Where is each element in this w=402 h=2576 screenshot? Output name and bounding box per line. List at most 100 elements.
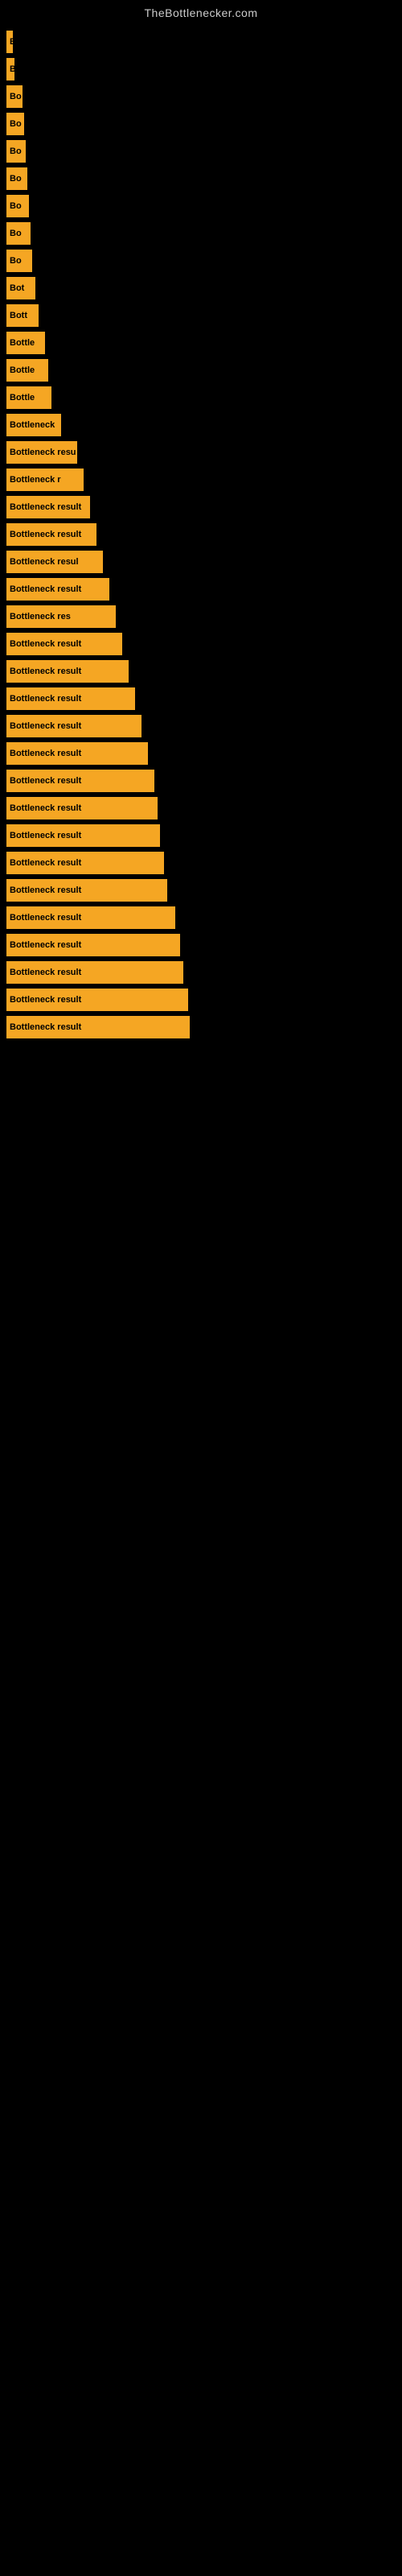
site-title-container: TheBottlenecker.com (0, 0, 402, 23)
bar-label: B (10, 37, 13, 47)
bar-row: Bot (6, 277, 402, 299)
bar-item: Bottleneck result (6, 578, 109, 601)
bar-label: Bottleneck result (10, 968, 81, 977)
bar-item: Bottleneck result (6, 906, 175, 929)
bar-item: Bottleneck result (6, 934, 180, 956)
bar-row: Bottleneck result (6, 578, 402, 601)
bar-row: Bo (6, 85, 402, 108)
bar-row: Bottleneck result (6, 1016, 402, 1038)
bar-row: Bottleneck result (6, 660, 402, 683)
bar-label: Bott (10, 311, 27, 320)
bar-item: Bottleneck resul (6, 551, 103, 573)
bar-item: Bottle (6, 332, 45, 354)
bar-label: Bottleneck result (10, 502, 81, 512)
bar-row: Bottleneck result (6, 523, 402, 546)
bar-row: Bottleneck result (6, 934, 402, 956)
bar-item: Bottleneck r (6, 469, 84, 491)
bar-row: Bottleneck result (6, 906, 402, 929)
bar-label: Bo (10, 229, 22, 238)
bar-label: Bottleneck result (10, 639, 81, 649)
bars-container: B B Bo Bo Bo Bo Bo Bo Bo Bot Bott Bottle Bottle Bottl… (0, 23, 402, 1051)
bar-item: Bottleneck result (6, 989, 188, 1011)
bar-label: Bo (10, 147, 22, 156)
bar-label: Bottle (10, 393, 35, 402)
bar-label: Bottle (10, 365, 35, 375)
bar-label: Bottleneck result (10, 749, 81, 758)
bar-label: Bo (10, 119, 22, 129)
bar-item: Bottleneck (6, 414, 61, 436)
bar-item: Bottleneck result (6, 770, 154, 792)
bar-row: Bottleneck res (6, 605, 402, 628)
bar-item: B (6, 31, 13, 53)
bar-item: Bottleneck result (6, 797, 158, 819)
bar-label: Bottleneck result (10, 1022, 81, 1032)
bar-label: Bottleneck result (10, 995, 81, 1005)
bar-item: Bo (6, 167, 27, 190)
bar-label: Bottleneck result (10, 858, 81, 868)
bar-row: Bottleneck r (6, 469, 402, 491)
bar-item: Bottleneck result (6, 1016, 190, 1038)
bar-row: Bott (6, 304, 402, 327)
bar-item: Bottleneck result (6, 496, 90, 518)
bar-row: Bo (6, 250, 402, 272)
bar-item: Bot (6, 277, 35, 299)
bar-item: Bo (6, 140, 26, 163)
bar-label: Bottleneck result (10, 694, 81, 704)
bar-row: Bottle (6, 386, 402, 409)
bar-row: Bo (6, 195, 402, 217)
bar-label: Bo (10, 174, 22, 184)
bar-label: Bottleneck result (10, 776, 81, 786)
bar-item: Bottleneck result (6, 523, 96, 546)
bar-label: Bottleneck result (10, 721, 81, 731)
bar-row: Bottleneck result (6, 742, 402, 765)
bar-label: Bottleneck result (10, 940, 81, 950)
bar-row: Bottleneck resul (6, 551, 402, 573)
bar-label: Bottleneck result (10, 584, 81, 594)
bar-item: Bottleneck result (6, 852, 164, 874)
bar-label: Bottleneck result (10, 886, 81, 895)
bar-row: Bottleneck result (6, 496, 402, 518)
bar-item: Bo (6, 250, 32, 272)
bar-row: Bottleneck result (6, 633, 402, 655)
bar-row: Bottleneck result (6, 687, 402, 710)
bar-item: Bottleneck result (6, 660, 129, 683)
bar-item: B (6, 58, 14, 80)
bar-label: Bottleneck result (10, 530, 81, 539)
bar-row: Bottleneck result (6, 715, 402, 737)
bar-label: Bottleneck r (10, 475, 61, 485)
bar-label: Bottleneck resu (10, 448, 76, 457)
bar-label: Bottleneck res (10, 612, 71, 621)
bar-label: Bo (10, 201, 22, 211)
bar-row: Bottleneck resu (6, 441, 402, 464)
bar-item: Bottleneck res (6, 605, 116, 628)
bar-item: Bottleneck result (6, 633, 122, 655)
bar-item: Bottleneck result (6, 824, 160, 847)
bar-row: Bottleneck result (6, 770, 402, 792)
bar-row: Bottleneck result (6, 989, 402, 1011)
bar-item: Bo (6, 85, 23, 108)
bar-item: Bo (6, 195, 29, 217)
bar-item: Bottleneck resu (6, 441, 77, 464)
bar-row: Bottleneck result (6, 797, 402, 819)
bar-label: B (10, 64, 14, 74)
bar-item: Bottle (6, 386, 51, 409)
bar-row: Bo (6, 113, 402, 135)
bar-row: Bottle (6, 332, 402, 354)
bar-row: Bottleneck result (6, 879, 402, 902)
bar-row: B (6, 31, 402, 53)
bar-label: Bot (10, 283, 24, 293)
bar-label: Bottleneck result (10, 803, 81, 813)
bar-label: Bottleneck result (10, 831, 81, 840)
bar-item: Bottleneck result (6, 961, 183, 984)
bar-row: Bottleneck result (6, 961, 402, 984)
bar-label: Bottle (10, 338, 35, 348)
bar-label: Bo (10, 92, 22, 101)
bar-item: Bo (6, 113, 24, 135)
bar-row: Bo (6, 222, 402, 245)
bar-row: Bottleneck (6, 414, 402, 436)
bar-label: Bottleneck resul (10, 557, 79, 567)
bar-row: B (6, 58, 402, 80)
bar-label: Bo (10, 256, 22, 266)
bar-label: Bottleneck result (10, 667, 81, 676)
bar-label: Bottleneck (10, 420, 55, 430)
